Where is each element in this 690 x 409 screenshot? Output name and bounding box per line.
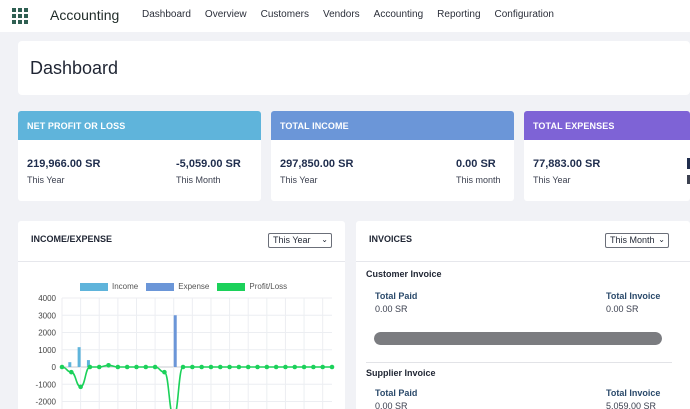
supplier-invoice-title: Supplier Invoice bbox=[366, 368, 436, 378]
invoice-period-select[interactable]: This Month ⌄ bbox=[605, 233, 669, 248]
page-title-card: Dashboard bbox=[18, 41, 690, 95]
profit-loss-point bbox=[78, 384, 83, 390]
stat-label-month: This month bbox=[456, 175, 501, 185]
chevron-down-icon: ⌄ bbox=[658, 235, 665, 244]
stat-label-year: This Year bbox=[533, 175, 571, 185]
profit-loss-point bbox=[124, 364, 130, 370]
nav-item-reporting[interactable]: Reporting bbox=[437, 9, 480, 20]
bar-income bbox=[77, 347, 81, 367]
profit-loss-point bbox=[273, 364, 279, 370]
nav-item-overview[interactable]: Overview bbox=[205, 9, 247, 20]
profit-loss-point bbox=[69, 369, 74, 375]
profit-loss-point bbox=[320, 364, 325, 370]
supplier-total-invoice-value: 5,059.00 SR bbox=[606, 401, 657, 409]
income-expense-chart: 4000 3000 2000 1000 0 -1000 -2000 bbox=[36, 294, 335, 409]
invoice-divider bbox=[366, 362, 672, 363]
main-nav: Dashboard Overview Customers Vendors Acc… bbox=[142, 9, 554, 20]
y-tick-label: 2000 bbox=[38, 329, 56, 338]
stat-value-month: 0.00 SR bbox=[456, 158, 496, 170]
profit-loss-point bbox=[115, 364, 121, 370]
profit-loss-point bbox=[143, 364, 149, 370]
stat-card-net-profit: NET PROFIT OR LOSS 219,966.00 SR This Ye… bbox=[18, 111, 261, 201]
profit-loss-point bbox=[255, 364, 260, 370]
customer-total-paid-value: 0.00 SR bbox=[375, 304, 408, 314]
period-select-value: This Month bbox=[610, 235, 655, 245]
stat-card-header: TOTAL INCOME bbox=[271, 111, 514, 140]
grid-icon[interactable] bbox=[12, 8, 30, 24]
profit-loss-line bbox=[61, 364, 332, 409]
stat-label-year: This Year bbox=[280, 175, 318, 185]
income-expense-panel: INCOME/EXPENSE This Year ⌄ Income Expens… bbox=[18, 221, 345, 409]
customer-total-invoice-label: Total Invoice bbox=[606, 291, 661, 301]
y-tick-label: 1000 bbox=[38, 346, 56, 355]
profit-loss-point bbox=[199, 364, 204, 370]
profit-loss-point bbox=[311, 364, 316, 370]
y-tick-label: 3000 bbox=[38, 311, 56, 320]
app-title[interactable]: Accounting bbox=[50, 7, 119, 23]
customer-total-paid-label: Total Paid bbox=[375, 291, 418, 301]
top-bar: Accounting Dashboard Overview Customers … bbox=[0, 0, 690, 32]
y-tick-label: 4000 bbox=[38, 294, 56, 303]
profit-loss-point bbox=[106, 362, 111, 368]
panel-divider bbox=[356, 261, 690, 262]
progress-fill bbox=[374, 332, 662, 345]
profit-loss-point bbox=[59, 364, 65, 370]
profit-loss-point bbox=[180, 364, 186, 370]
profit-loss-point bbox=[208, 364, 214, 370]
profit-loss-point bbox=[236, 364, 242, 370]
y-tick-label: -2000 bbox=[36, 398, 57, 407]
customer-total-invoice-value: 0.00 SR bbox=[606, 304, 639, 314]
profit-loss-point bbox=[87, 364, 93, 370]
profit-loss-point bbox=[245, 364, 251, 370]
profit-loss-point bbox=[217, 364, 223, 370]
y-tick-label: 0 bbox=[52, 363, 57, 372]
stat-card-total-income: TOTAL INCOME 297,850.00 SR This Year 0.0… bbox=[271, 111, 514, 201]
profit-loss-point bbox=[329, 364, 335, 370]
stat-card-header: NET PROFIT OR LOSS bbox=[18, 111, 261, 140]
customer-invoice-progress bbox=[374, 332, 662, 345]
supplier-total-paid-value: 0.00 SR bbox=[375, 401, 408, 409]
stat-value-year: 77,883.00 SR bbox=[533, 158, 601, 170]
profit-loss-point bbox=[134, 364, 139, 370]
customer-invoice-title: Customer Invoice bbox=[366, 269, 442, 279]
profit-loss-point bbox=[190, 364, 195, 370]
profit-loss-point bbox=[264, 364, 270, 370]
profit-loss-point bbox=[152, 364, 158, 370]
stat-label-year: This Year bbox=[27, 175, 65, 185]
profit-loss-point bbox=[162, 369, 167, 375]
nav-item-customers[interactable]: Customers bbox=[261, 9, 309, 20]
page-title: Dashboard bbox=[30, 58, 119, 78]
profit-loss-point bbox=[292, 364, 298, 370]
bar-income bbox=[68, 362, 72, 367]
supplier-total-invoice-label: Total Invoice bbox=[606, 388, 661, 398]
stat-value-year: 297,850.00 SR bbox=[280, 158, 354, 170]
nav-item-configuration[interactable]: Configuration bbox=[495, 9, 554, 20]
panel-title: INVOICES bbox=[369, 234, 413, 244]
nav-item-accounting[interactable]: Accounting bbox=[374, 9, 423, 20]
nav-item-dashboard[interactable]: Dashboard bbox=[142, 9, 191, 20]
stat-card-total-expenses: TOTAL EXPENSES 77,883.00 SR This Year bbox=[524, 111, 690, 201]
supplier-total-paid-label: Total Paid bbox=[375, 388, 418, 398]
stat-value-year: 219,966.00 SR bbox=[27, 158, 101, 170]
profit-loss-point bbox=[96, 364, 102, 370]
stat-label-month: This Month bbox=[176, 175, 221, 185]
nav-item-vendors[interactable]: Vendors bbox=[323, 9, 360, 20]
profit-loss-point bbox=[283, 364, 288, 370]
y-tick-label: -1000 bbox=[36, 380, 57, 389]
profit-loss-point bbox=[301, 364, 307, 370]
stat-card-header: TOTAL EXPENSES bbox=[524, 111, 690, 140]
bar-expense bbox=[173, 315, 177, 367]
invoices-panel: INVOICES This Month ⌄ Customer Invoice T… bbox=[356, 221, 690, 409]
stat-value-month: -5,059.00 SR bbox=[176, 158, 241, 170]
profit-loss-point bbox=[227, 364, 232, 370]
